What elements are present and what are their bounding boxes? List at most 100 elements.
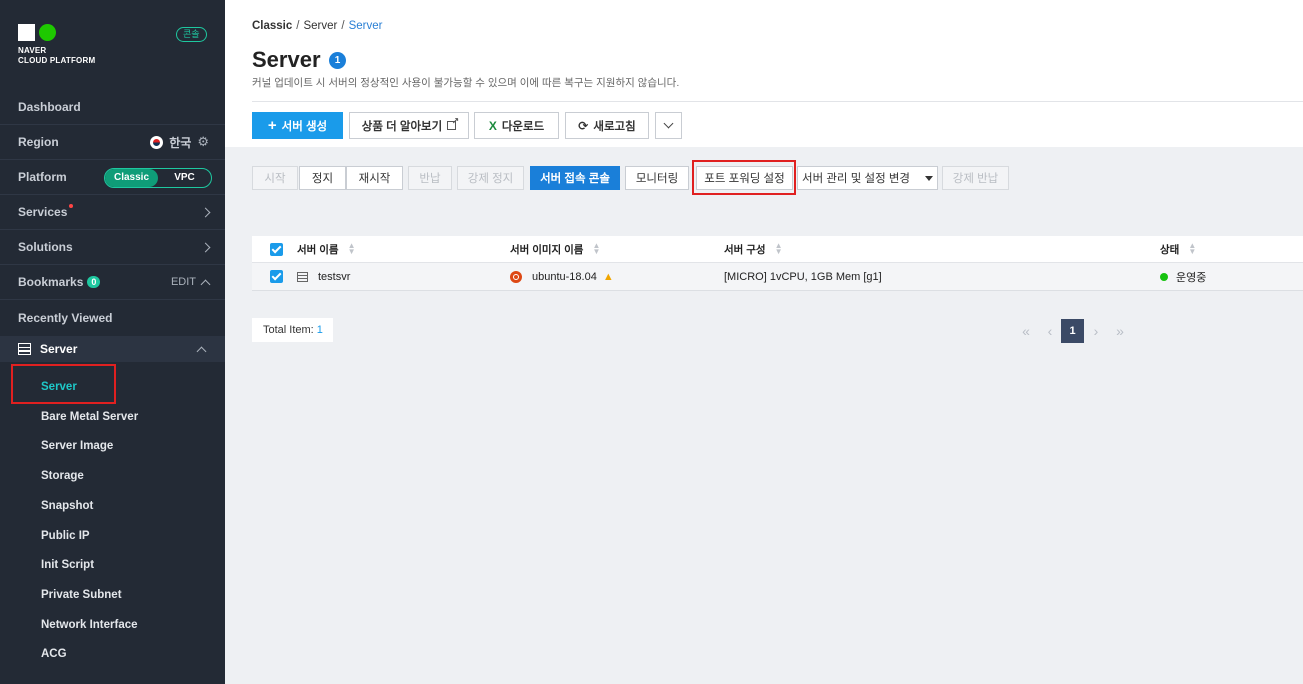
nav-server-group-label: Server	[40, 342, 78, 356]
header-server-name[interactable]: 서버 이름 ▲ ▼	[297, 236, 355, 262]
cell-status: 운영중	[1160, 263, 1206, 290]
excel-icon: X	[488, 118, 497, 133]
status-label: 운영중	[1176, 271, 1207, 284]
last-page-button[interactable]: »	[1111, 319, 1129, 343]
sidebar-item-snapshot[interactable]: Snapshot	[41, 500, 93, 512]
sidebar-item-private-subnet[interactable]: Private Subnet	[41, 589, 122, 601]
next-page-button[interactable]: ›	[1087, 319, 1105, 343]
breadcrumb-server[interactable]: Server	[303, 20, 337, 32]
create-server-button[interactable]: + 서버 생성	[252, 112, 343, 139]
header-status[interactable]: 상태 ▲ ▼	[1160, 236, 1196, 262]
first-page-button[interactable]: «	[1017, 319, 1035, 343]
total-label: Total Item:	[263, 324, 314, 336]
sort-icon: ▲ ▼	[1188, 241, 1197, 256]
region-value: 한국	[169, 135, 192, 150]
monitoring-button[interactable]: 모니터링	[625, 166, 689, 190]
refresh-icon: ⟳	[578, 118, 589, 133]
sidebar-item-acg[interactable]: ACG	[41, 648, 67, 660]
bookmarks-count-badge: 0	[87, 276, 101, 288]
header-spec[interactable]: 서버 구성 ▲ ▼	[724, 236, 782, 262]
nav-platform: Platform Classic VPC	[0, 160, 225, 195]
table-row[interactable]: testsvr ubuntu-18.04 ▲ [MICRO] 1vCPU, 1GB…	[252, 263, 1303, 291]
total-value: 1	[316, 324, 323, 336]
chevron-right-icon	[200, 207, 211, 217]
cell-spec: [MICRO] 1vCPU, 1GB Mem [g1]	[724, 270, 882, 283]
header-label: 서버 구성	[724, 243, 766, 256]
platform-option-vpc[interactable]: VPC	[158, 169, 211, 187]
logo-line2: CLOUD PLATFORM	[18, 56, 96, 65]
platform-option-classic[interactable]: Classic	[105, 169, 158, 187]
download-button[interactable]: X 다운로드	[474, 112, 559, 139]
server-icon	[297, 271, 308, 282]
nav-services[interactable]: Services	[0, 195, 225, 230]
sidebar-item-storage[interactable]: Storage	[41, 470, 84, 482]
warning-icon[interactable]: ▲	[603, 271, 614, 283]
learn-more-button[interactable]: 상품 더 알아보기	[349, 112, 469, 139]
divider	[252, 101, 1303, 102]
external-link-icon	[447, 116, 459, 130]
stop-button[interactable]: 정지	[299, 166, 346, 190]
nav-bookmarks[interactable]: Bookmarks 0 EDIT	[0, 265, 225, 300]
nav-services-label: Services	[18, 205, 68, 219]
breadcrumb-classic[interactable]: Classic	[252, 20, 292, 32]
refresh-button[interactable]: ⟳ 새로고침	[565, 112, 649, 139]
bookmarks-edit-button[interactable]: EDIT	[171, 276, 196, 288]
sort-icon: ▲ ▼	[592, 241, 601, 256]
page-number-current[interactable]: 1	[1061, 319, 1084, 343]
prev-page-button[interactable]: ‹	[1041, 319, 1059, 343]
nav-server-group[interactable]: Server	[0, 336, 225, 362]
server-manage-label: 서버 관리 및 설정 변경	[802, 173, 910, 185]
select-all-checkbox[interactable]	[270, 236, 283, 262]
nav-region-label: Region	[18, 135, 59, 149]
download-label: 다운로드	[501, 120, 545, 133]
sidebar-item-server-image[interactable]: Server Image	[41, 440, 113, 452]
restart-button[interactable]: 재시작	[346, 166, 403, 190]
header-label: 서버 이름	[297, 243, 339, 256]
server-name: testsvr	[318, 270, 351, 283]
naver-cloud-logo[interactable]: NAVER CLOUD PLATFORM	[18, 24, 95, 66]
cell-server-name[interactable]: testsvr	[297, 263, 350, 290]
nav-recently-viewed[interactable]: Recently Viewed	[0, 300, 225, 335]
page-title: Server	[252, 47, 321, 72]
server-icon	[18, 343, 31, 355]
nav-region[interactable]: Region 한국 ⚙	[0, 125, 225, 160]
row-checkbox[interactable]	[270, 263, 283, 290]
header-label: 서버 이미지 이름	[510, 243, 584, 256]
checkbox-checked-icon	[270, 242, 283, 256]
return-button[interactable]: 반납	[408, 166, 452, 190]
nav-dashboard[interactable]: Dashboard	[0, 90, 225, 125]
cell-image-name: ubuntu-18.04 ▲	[510, 263, 614, 290]
more-options-button[interactable]	[655, 112, 682, 139]
sidebar-item-public-ip[interactable]: Public IP	[41, 530, 90, 542]
nav-platform-label: Platform	[18, 170, 67, 184]
total-items: Total Item: 1	[252, 318, 333, 342]
chevron-up-icon[interactable]	[200, 279, 211, 289]
server-console-button[interactable]: 서버 접속 콘솔	[530, 166, 620, 190]
sidebar-item-init-script[interactable]: Init Script	[41, 559, 94, 571]
sort-icon: ▲ ▼	[347, 241, 356, 256]
sidebar-item-network-interface[interactable]: Network Interface	[41, 619, 138, 631]
breadcrumb-current: Server	[348, 20, 383, 32]
server-table: 서버 이름 ▲ ▼ 서버 이미지 이름 ▲ ▼ 서버 구성 ▲ ▼ 상태 ▲ ▼ testsvr…	[252, 236, 1303, 291]
page-subtitle: 커널 업데이트 시 서버의 정상적인 사용이 불가능할 수 있으며 이에 따른 …	[252, 77, 680, 89]
start-button[interactable]: 시작	[252, 166, 298, 190]
ubuntu-icon	[510, 270, 522, 283]
logo-text: NAVER CLOUD PLATFORM	[18, 46, 95, 66]
force-return-button[interactable]: 강제 반납	[942, 166, 1009, 190]
console-badge[interactable]: 콘솔	[176, 27, 207, 42]
plus-icon: +	[267, 117, 277, 134]
sort-icon: ▲ ▼	[774, 241, 783, 256]
force-stop-button[interactable]: 강제 정지	[457, 166, 524, 190]
nav-solutions[interactable]: Solutions	[0, 230, 225, 265]
caret-down-icon	[925, 175, 933, 181]
logo-mark-icon	[18, 24, 95, 41]
checkbox-checked-icon	[270, 270, 283, 283]
gear-icon[interactable]: ⚙	[197, 134, 209, 150]
chevron-down-icon	[663, 118, 674, 129]
header-image-name[interactable]: 서버 이미지 이름 ▲ ▼	[510, 236, 600, 262]
platform-toggle[interactable]: Classic VPC	[104, 168, 212, 188]
image-name: ubuntu-18.04	[532, 270, 597, 283]
table-header: 서버 이름 ▲ ▼ 서버 이미지 이름 ▲ ▼ 서버 구성 ▲ ▼ 상태 ▲ ▼	[252, 236, 1303, 263]
sidebar-item-bare-metal-server[interactable]: Bare Metal Server	[41, 411, 138, 423]
server-manage-dropdown[interactable]: 서버 관리 및 설정 변경	[797, 166, 938, 190]
